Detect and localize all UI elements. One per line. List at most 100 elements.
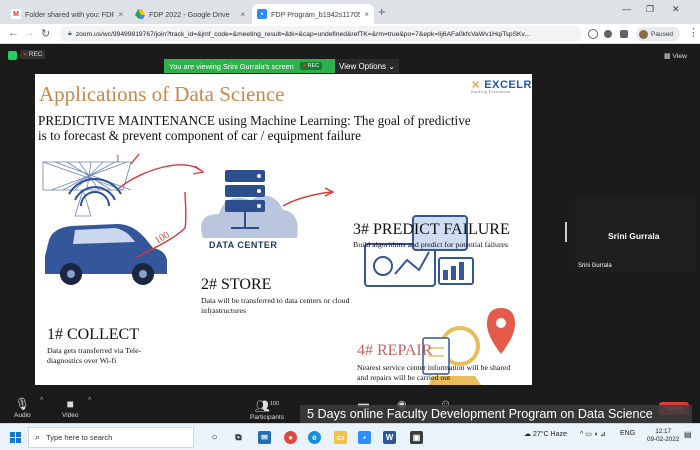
data-center-label: DATA CENTER bbox=[209, 240, 278, 250]
star-icon[interactable] bbox=[604, 30, 612, 38]
recording-indicator: ● REC bbox=[20, 50, 46, 59]
google-drive-icon bbox=[135, 9, 145, 19]
minimize-icon[interactable]: — bbox=[622, 4, 631, 14]
weather-status[interactable]: ☁ 27°C Haze bbox=[524, 430, 567, 438]
back-icon[interactable]: ← bbox=[8, 27, 19, 39]
chrome-icon[interactable]: ● bbox=[284, 431, 297, 444]
tab-gmail[interactable]: M Folder shared with you: FDP 202 × bbox=[6, 4, 128, 24]
tab-title: FDP 2022 - Google Drive bbox=[149, 9, 230, 19]
forward-icon[interactable]: → bbox=[24, 27, 35, 39]
tab-zoom-meeting[interactable]: ▪ FDP Program_b1942s11705 × bbox=[252, 4, 374, 24]
chevron-down-icon: ⌄ bbox=[388, 61, 395, 71]
extensions-icon[interactable] bbox=[620, 30, 628, 38]
rec-label: REC bbox=[28, 51, 43, 58]
data-center-icon bbox=[201, 170, 298, 238]
audio-button[interactable]: 🎙︎ Audio bbox=[14, 396, 31, 419]
profile-button[interactable]: Paused bbox=[636, 27, 680, 41]
shared-slide: Applications of Data Science ⨯ EXCELR Ran… bbox=[35, 74, 532, 385]
close-icon[interactable]: × bbox=[364, 10, 369, 19]
section-collect-desc: Data gets transferred via Tele-diagnosti… bbox=[47, 346, 142, 365]
clock[interactable]: 12:17 09-02-2022 bbox=[647, 428, 679, 444]
view-label: View bbox=[672, 53, 687, 60]
share-banner-text: You are viewing Srini Gurrala's screen bbox=[169, 61, 294, 71]
restore-icon[interactable]: ❐ bbox=[646, 4, 654, 15]
mail-icon[interactable]: ✉ bbox=[258, 431, 271, 444]
banner-rec-badge: ● REC bbox=[299, 62, 323, 70]
section-predict-desc: Build algorithms and predict for potenti… bbox=[353, 240, 509, 249]
view-options-button[interactable]: View Options ⌄ bbox=[335, 59, 399, 73]
clock-date: 09-02-2022 bbox=[647, 436, 680, 443]
microphone-icon: 🎙︎ bbox=[14, 397, 30, 411]
section-predict-title: 3# PREDICT FAILURE bbox=[353, 221, 510, 238]
edge-icon[interactable]: e bbox=[308, 431, 321, 444]
participant-label: Srini Gurrala bbox=[578, 263, 612, 269]
participant-count: 100 bbox=[270, 401, 280, 407]
view-button[interactable]: ▦ View bbox=[664, 52, 687, 60]
section-repair-title: 4# REPAIR bbox=[357, 342, 433, 359]
tab-google-drive[interactable]: FDP 2022 - Google Drive × bbox=[130, 4, 250, 24]
participants-icon: 👥︎100 bbox=[254, 399, 280, 413]
windows-taskbar: ⌕ Type here to search ○ ⧉ ✉ ● e ▭ ▪ W ▣ … bbox=[0, 423, 700, 450]
zoom-icon: ▪ bbox=[257, 9, 267, 19]
section-store-desc: Data will be transferred to data centers… bbox=[201, 296, 350, 315]
audio-caret-icon[interactable]: ^ bbox=[40, 397, 43, 404]
share-icon[interactable] bbox=[588, 29, 598, 39]
video-label: Video bbox=[62, 412, 79, 419]
browser-tab-strip: M Folder shared with you: FDP 202 × FDP … bbox=[0, 0, 700, 24]
tab-title: FDP Program_b1942s11705 bbox=[271, 9, 361, 19]
excelr-logo: ⨯ EXCELR Ranking Excellence bbox=[471, 79, 532, 94]
new-tab-button[interactable]: + bbox=[378, 5, 386, 19]
windows-start-icon[interactable] bbox=[10, 432, 21, 443]
slide-title: Applications of Data Science bbox=[39, 82, 285, 106]
clock-time: 12:17 bbox=[655, 428, 671, 435]
notification-icon[interactable]: ▤ bbox=[684, 430, 692, 439]
close-window-icon[interactable]: ✕ bbox=[672, 4, 680, 15]
section-collect-title: 1# COLLECT bbox=[47, 326, 139, 343]
browser-toolbar: ← → ↻ 🔒︎ zoom.us/wc/99499819767/join?tra… bbox=[0, 24, 700, 44]
shield-icon bbox=[8, 51, 17, 60]
section-store-title: 2# STORE bbox=[201, 276, 272, 293]
tray-icons[interactable]: ^ ▭ ◖ ⊿ bbox=[580, 430, 606, 438]
file-explorer-icon[interactable]: ▭ bbox=[334, 431, 347, 444]
language-indicator[interactable]: ENG bbox=[620, 430, 635, 437]
taskbar-search-input[interactable]: ⌕ Type here to search bbox=[28, 427, 194, 448]
address-bar[interactable]: 🔒︎ zoom.us/wc/99499819767/join?track_id=… bbox=[60, 26, 582, 42]
video-caret-icon[interactable]: ^ bbox=[88, 397, 91, 404]
tab-title: Folder shared with you: FDP 202 bbox=[25, 9, 115, 19]
participant-video-tile[interactable]: Srini Gurrala Srini Gurrala bbox=[575, 197, 695, 272]
search-placeholder: Type here to search bbox=[46, 433, 113, 442]
banner-rec-label: REC bbox=[307, 63, 320, 69]
close-icon[interactable]: × bbox=[240, 10, 245, 19]
view-options-label: View Options bbox=[339, 61, 387, 71]
participant-name: Srini Gurrala bbox=[608, 231, 660, 241]
video-camera-icon: ■ bbox=[66, 397, 74, 411]
car-icon bbox=[45, 224, 167, 285]
gmail-icon: M bbox=[11, 9, 21, 19]
annotation-1: 1 bbox=[115, 153, 121, 165]
participants-button[interactable]: 👥︎100 Participants bbox=[250, 396, 284, 421]
url-text: zoom.us/wc/99499819767/join?track_id=&jm… bbox=[75, 30, 530, 38]
panel-divider[interactable] bbox=[565, 222, 567, 242]
participants-label: Participants bbox=[250, 414, 284, 421]
app-icon[interactable]: ▣ bbox=[410, 431, 423, 444]
lock-icon: 🔒︎ bbox=[68, 30, 72, 37]
menu-icon[interactable]: ⋮ bbox=[688, 26, 699, 39]
weather-text: 27°C Haze bbox=[532, 431, 567, 438]
slide-line-2: is to forecast & prevent component of ca… bbox=[38, 128, 361, 143]
caption-overlay: 5 Days online Faculty Development Progra… bbox=[300, 405, 692, 423]
close-icon[interactable]: × bbox=[118, 10, 123, 19]
word-icon[interactable]: W bbox=[383, 431, 396, 444]
zoom-taskbar-icon[interactable]: ▪ bbox=[358, 431, 371, 444]
reload-icon[interactable]: ↻ bbox=[41, 27, 50, 40]
audio-label: Audio bbox=[14, 412, 31, 419]
video-button[interactable]: ■ Video bbox=[62, 396, 79, 419]
annotation-100: 100 bbox=[153, 230, 171, 247]
share-banner: You are viewing Srini Gurrala's screen ●… bbox=[164, 59, 335, 73]
profile-status: Paused bbox=[651, 30, 674, 38]
cortana-icon[interactable]: ○ bbox=[208, 431, 221, 444]
search-icon: ⌕ bbox=[35, 432, 41, 442]
task-view-icon[interactable]: ⧉ bbox=[232, 431, 245, 444]
avatar bbox=[639, 29, 648, 39]
section-repair-desc: Nearest service center information will … bbox=[357, 363, 511, 382]
screen: M Folder shared with you: FDP 202 × FDP … bbox=[0, 0, 700, 450]
